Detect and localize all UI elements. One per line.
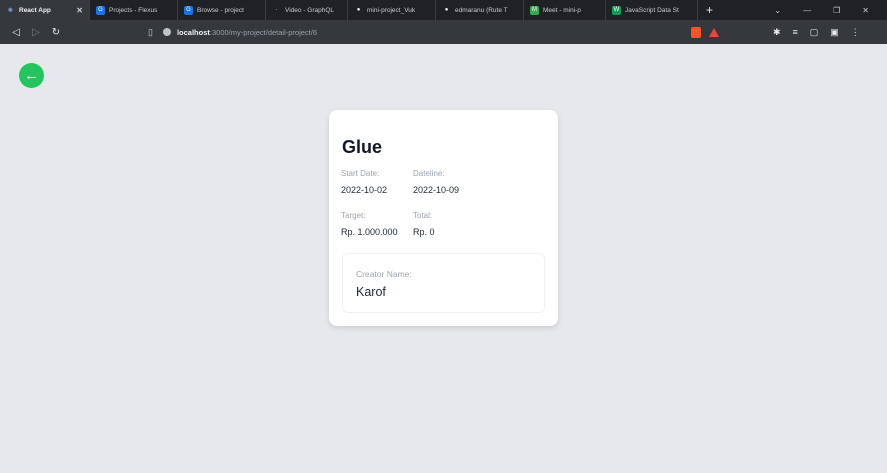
address-bar[interactable]: localhost :3000/my-project/detail-projec… bbox=[162, 24, 663, 40]
reading-list-icon[interactable]: ≡ bbox=[793, 27, 798, 38]
target-field: Target: Rp. 1.000.000 bbox=[341, 211, 398, 238]
site-favicon-icon: W bbox=[612, 5, 621, 15]
target-label: Target: bbox=[341, 211, 366, 220]
tab-label: Video - GraphQL bbox=[285, 6, 335, 14]
meet-icon: M bbox=[530, 5, 539, 15]
arrow-left-icon: ← bbox=[24, 67, 39, 84]
extensions-icon[interactable]: ✱ bbox=[773, 27, 781, 38]
browser-tab-projects[interactable]: G Projects - Flexus bbox=[90, 0, 178, 20]
url-path: :3000/my-project/detail-project/6 bbox=[209, 27, 318, 37]
sidebar-icon[interactable]: ▢ bbox=[810, 27, 819, 38]
creator-box: Creator Name: Karof bbox=[342, 253, 545, 313]
total-value: Rp. 0 bbox=[413, 227, 435, 237]
total-field: Total: Rp. 0 bbox=[413, 211, 435, 238]
browser-tab-browse-project[interactable]: G Browse - project bbox=[178, 0, 266, 20]
tab-search-icon[interactable]: ⌄ bbox=[774, 6, 781, 15]
site-favicon-icon: G bbox=[184, 5, 193, 15]
tab-label: Browse - project bbox=[197, 6, 244, 14]
target-value: Rp. 1.000.000 bbox=[341, 227, 398, 237]
browser-tab-github-edmaranu[interactable]: ● edmaranu (Rute T bbox=[436, 0, 524, 20]
menu-icon[interactable]: ⋮ bbox=[851, 27, 860, 38]
dateline-field: Dateline: 2022-10-09 bbox=[413, 169, 459, 196]
browser-tab-video-graphql[interactable]: · Video - GraphQL bbox=[266, 0, 348, 20]
brave-shield-icon[interactable] bbox=[690, 26, 701, 38]
close-tab-icon[interactable]: ✕ bbox=[76, 6, 83, 15]
site-info-icon[interactable] bbox=[162, 28, 171, 36]
new-tab-button[interactable]: + bbox=[698, 3, 721, 17]
close-window-icon[interactable]: ✕ bbox=[862, 6, 869, 15]
browser-tab-react-app[interactable]: ⚛ React App ✕ bbox=[0, 0, 90, 20]
browser-toolbar: ◁ ▷ ↻ ▯ localhost :3000/my-project/detai… bbox=[0, 20, 887, 44]
window-controls: ⌄ — ❐ ✕ bbox=[774, 6, 887, 15]
forward-nav-icon[interactable]: ▷ bbox=[26, 27, 46, 38]
tab-label: JavaScript Data St bbox=[625, 6, 679, 14]
browser-tab-github-mini-project[interactable]: ● mini-project_Vuk bbox=[348, 0, 436, 20]
bookmark-icon[interactable]: ▯ bbox=[148, 27, 153, 38]
url-host: localhost bbox=[176, 27, 210, 37]
extension-icons bbox=[690, 26, 719, 38]
tab-label: Meet - mini-p bbox=[543, 6, 581, 14]
wallet-icon[interactable]: ▣ bbox=[830, 27, 839, 38]
restore-icon[interactable]: ❐ bbox=[833, 6, 840, 15]
creator-name-value: Karof bbox=[356, 285, 386, 299]
dateline-value: 2022-10-09 bbox=[413, 185, 460, 195]
site-favicon-icon: · bbox=[275, 7, 278, 13]
site-favicon-icon: G bbox=[96, 5, 105, 15]
browser-tab-strip: ⚛ React App ✕ G Projects - Flexus G Brow… bbox=[0, 0, 887, 20]
react-icon: ⚛ bbox=[7, 7, 14, 14]
github-icon: ● bbox=[356, 7, 361, 13]
minimize-icon[interactable]: — bbox=[803, 6, 811, 15]
project-title: Glue bbox=[342, 137, 383, 157]
project-detail-card: Glue Start Date: 2022-10-02 Dateline: 20… bbox=[329, 110, 558, 326]
back-nav-icon[interactable]: ◁ bbox=[6, 27, 26, 38]
github-icon: ● bbox=[444, 7, 449, 13]
dateline-label: Dateline: bbox=[413, 169, 445, 178]
back-button[interactable]: ← bbox=[19, 63, 44, 88]
browser-tab-meet[interactable]: M Meet - mini-p bbox=[524, 0, 606, 20]
start-date-value: 2022-10-02 bbox=[341, 185, 388, 195]
creator-name-label: Creator Name: bbox=[356, 269, 412, 279]
reload-icon[interactable]: ↻ bbox=[46, 27, 66, 38]
total-label: Total: bbox=[413, 211, 433, 220]
toolbar-right-buttons: ✱ ≡ ▢ ▣ ⋮ bbox=[773, 27, 860, 38]
tab-label: edmaranu (Rute T bbox=[455, 6, 508, 14]
start-date-label: Start Date: bbox=[341, 169, 380, 178]
browser-tab-javascript-data[interactable]: W JavaScript Data St bbox=[606, 0, 698, 20]
tab-label: React App bbox=[19, 6, 51, 14]
tab-label: Projects - Flexus bbox=[109, 6, 158, 14]
brave-rewards-icon[interactable] bbox=[708, 27, 719, 37]
start-date-field: Start Date: 2022-10-02 bbox=[341, 169, 387, 196]
tab-label: mini-project_Vuk bbox=[367, 6, 416, 14]
